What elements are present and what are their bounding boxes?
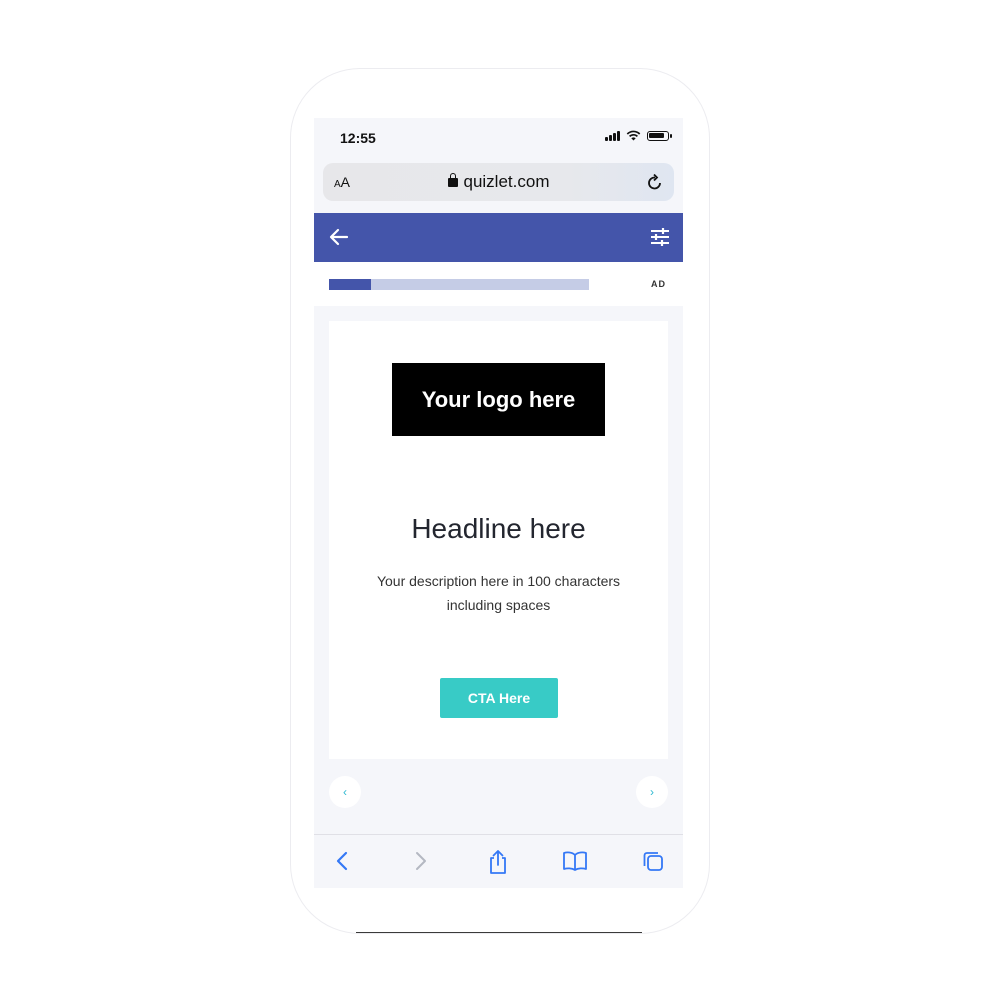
url-address[interactable]: quizlet.com xyxy=(323,172,674,192)
carousel-next-button[interactable]: › xyxy=(636,776,668,808)
advertiser-logo[interactable]: Your logo here xyxy=(392,363,605,436)
wifi-icon xyxy=(626,130,641,141)
status-bar: 12:55 xyxy=(314,118,683,158)
ad-card: Your logo here Headline here Your descri… xyxy=(329,321,668,759)
progress-fill xyxy=(329,279,371,290)
share-icon[interactable] xyxy=(487,849,509,875)
progress-area: AD xyxy=(314,262,683,306)
chevron-left-icon: ‹ xyxy=(343,785,347,799)
reload-icon[interactable] xyxy=(646,172,664,192)
filter-sliders-icon[interactable] xyxy=(649,226,671,248)
url-bar[interactable]: AA quizlet.com xyxy=(323,163,674,201)
arrow-left-icon[interactable] xyxy=(328,226,350,248)
phone-screen: 12:55 AA quizlet.com AD Your logo here H… xyxy=(314,118,683,888)
ad-description: Your description here in 100 characters … xyxy=(376,573,621,613)
forward-icon[interactable] xyxy=(413,849,429,873)
chevron-right-icon: › xyxy=(650,785,654,799)
ad-headline: Headline here xyxy=(411,513,586,544)
cellular-signal-icon xyxy=(605,130,620,141)
url-domain: quizlet.com xyxy=(463,172,550,191)
back-icon[interactable] xyxy=(334,849,350,873)
ad-label: AD xyxy=(651,279,666,289)
bookmarks-icon[interactable] xyxy=(562,849,588,873)
status-time: 12:55 xyxy=(340,130,376,146)
battery-icon xyxy=(647,130,672,141)
cta-button[interactable]: CTA Here xyxy=(440,678,558,718)
tabs-icon[interactable] xyxy=(641,849,665,873)
status-icons xyxy=(605,130,672,141)
app-header xyxy=(314,213,683,262)
lock-icon xyxy=(447,173,458,187)
phone-edge-line xyxy=(356,932,642,933)
carousel-prev-button[interactable]: ‹ xyxy=(329,776,361,808)
browser-toolbar xyxy=(314,834,683,888)
progress-bar xyxy=(329,279,589,290)
